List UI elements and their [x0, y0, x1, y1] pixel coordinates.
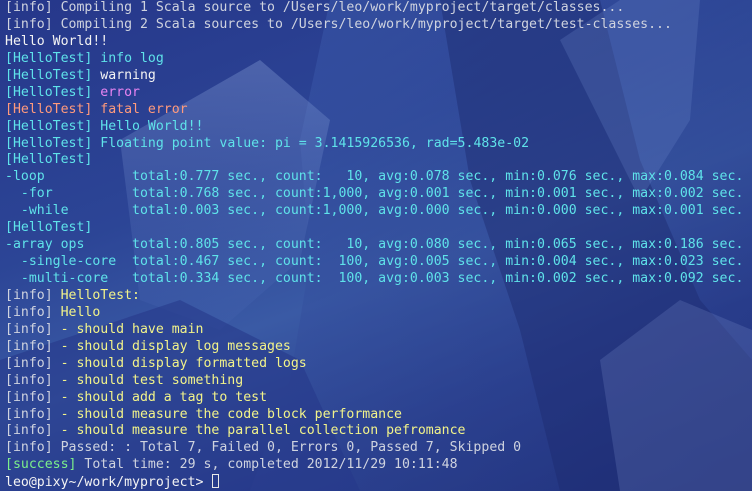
- timing-line: -multi-core total:0.334 sec., count: 100…: [5, 271, 744, 286]
- test-line: [info] - should display formatted logs: [5, 355, 307, 371]
- log-line: [info] Compiling 2 Scala sources to /Use…: [5, 16, 672, 32]
- text-cursor[interactable]: [212, 474, 220, 489]
- log-line: Hello World!!: [5, 33, 109, 49]
- timing-line: -while total:0.003 sec., count:1,000, av…: [5, 203, 744, 219]
- test-line: [info] - should test something: [5, 372, 244, 388]
- test-line: [info] - should measure the code block p…: [5, 406, 402, 422]
- hellotest-line: [HelloTest] fatal error: [5, 101, 188, 117]
- log-line: [info] Compiling 1 Scala source to /User…: [5, 0, 625, 15]
- hellotest-line: [HelloTest]: [5, 220, 93, 236]
- timing-line: -loop total:0.777 sec., count: 10, avg:0…: [5, 169, 744, 185]
- hellotest-line: [HelloTest] Hello World!!: [5, 118, 204, 134]
- hellotest-line: [HelloTest] info log: [5, 50, 164, 66]
- test-line: [info] - should display log messages: [5, 338, 291, 354]
- test-line: [info] - should have main: [5, 321, 204, 337]
- test-line: [info] - should measure the parallel col…: [5, 423, 466, 439]
- timing-line: -array ops total:0.805 sec., count: 10, …: [5, 237, 744, 253]
- shell-prompt[interactable]: leo@pixy~/work/myproject>: [5, 474, 752, 491]
- success-line: [success] Total time: 29 s, completed 20…: [5, 457, 458, 473]
- hellotest-line: [HelloTest] Floating point value: pi = 3…: [5, 135, 530, 151]
- hellotest-line: [HelloTest]: [5, 152, 93, 168]
- test-line: [info] Hello: [5, 304, 101, 320]
- hellotest-line: [HelloTest] error: [5, 84, 140, 100]
- test-line: [info] - should add a tag to test: [5, 389, 268, 405]
- test-line: [info] HelloTest:: [5, 287, 140, 303]
- timing-line: -for total:0.768 sec., count:1,000, avg:…: [5, 186, 744, 202]
- summary-line: [info] Passed: : Total 7, Failed 0, Erro…: [5, 440, 522, 456]
- terminal-output: [info] Compiling 1 Scala source to /User…: [0, 0, 752, 491]
- timing-line: -single-core total:0.467 sec., count: 10…: [5, 254, 744, 270]
- hellotest-line: [HelloTest] warning: [5, 67, 156, 83]
